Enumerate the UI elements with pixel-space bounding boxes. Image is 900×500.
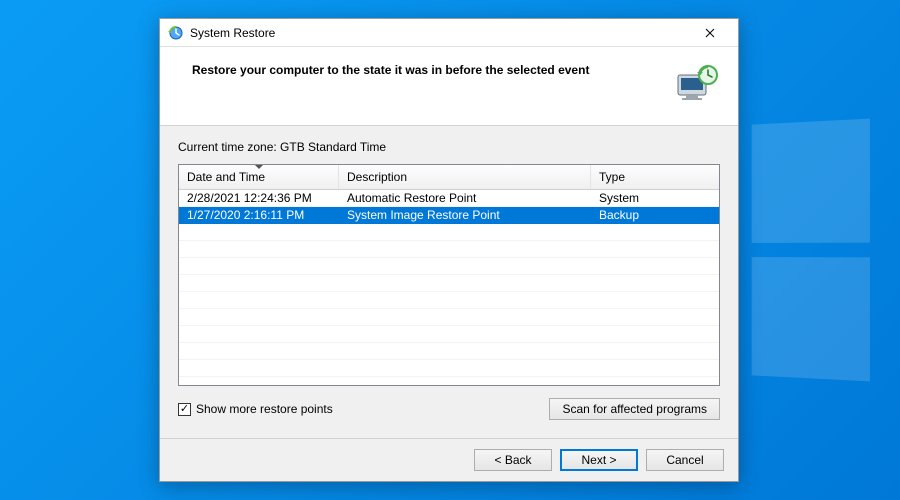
cell-type: Backup bbox=[591, 207, 719, 223]
cell-description: System Image Restore Point bbox=[339, 207, 591, 223]
table-row-empty bbox=[179, 241, 719, 258]
show-more-checkbox[interactable]: ✓ Show more restore points bbox=[178, 402, 549, 416]
column-header-label: Date and Time bbox=[187, 170, 265, 184]
table-row-empty bbox=[179, 377, 719, 385]
cell-description: Automatic Restore Point bbox=[339, 190, 591, 206]
column-header-label: Type bbox=[599, 170, 625, 184]
table-row[interactable]: 1/27/2020 2:16:11 PMSystem Image Restore… bbox=[179, 207, 719, 224]
scan-affected-button[interactable]: Scan for affected programs bbox=[549, 398, 720, 420]
system-restore-icon bbox=[168, 25, 184, 41]
column-header-datetime[interactable]: Date and Time bbox=[179, 165, 339, 189]
header-strip: Restore your computer to the state it wa… bbox=[160, 47, 738, 126]
back-button[interactable]: < Back bbox=[474, 449, 552, 471]
checkbox-label: Show more restore points bbox=[196, 402, 333, 416]
table-row-empty bbox=[179, 224, 719, 241]
titlebar: System Restore bbox=[160, 19, 738, 47]
column-header-description[interactable]: Description bbox=[339, 165, 591, 189]
table-row[interactable]: 2/28/2021 12:24:36 PMAutomatic Restore P… bbox=[179, 190, 719, 207]
window-title: System Restore bbox=[190, 26, 690, 40]
sort-desc-icon bbox=[255, 165, 263, 169]
restore-points-table: Date and Time Description Type 2/28/2021… bbox=[178, 164, 720, 386]
table-row-empty bbox=[179, 258, 719, 275]
table-row-empty bbox=[179, 292, 719, 309]
table-header: Date and Time Description Type bbox=[179, 165, 719, 190]
dialog-footer: < Back Next > Cancel bbox=[160, 438, 738, 481]
timezone-label: Current time zone: GTB Standard Time bbox=[178, 140, 720, 154]
table-row-empty bbox=[179, 343, 719, 360]
table-row-empty bbox=[179, 360, 719, 377]
cell-type: System bbox=[591, 190, 719, 206]
next-button[interactable]: Next > bbox=[560, 449, 638, 471]
checkbox-box: ✓ bbox=[178, 403, 191, 416]
column-header-label: Description bbox=[347, 170, 407, 184]
cell-datetime: 2/28/2021 12:24:36 PM bbox=[179, 190, 339, 206]
system-restore-dialog: System Restore Restore your computer to … bbox=[159, 18, 739, 482]
cancel-button[interactable]: Cancel bbox=[646, 449, 724, 471]
table-body: 2/28/2021 12:24:36 PMAutomatic Restore P… bbox=[179, 190, 719, 385]
page-heading: Restore your computer to the state it wa… bbox=[192, 61, 672, 77]
column-header-type[interactable]: Type bbox=[591, 165, 719, 189]
dialog-body: Current time zone: GTB Standard Time Dat… bbox=[160, 126, 738, 438]
table-row-empty bbox=[179, 309, 719, 326]
table-row-empty bbox=[179, 326, 719, 343]
restore-hero-icon bbox=[672, 61, 720, 109]
under-grid-row: ✓ Show more restore points Scan for affe… bbox=[178, 398, 720, 420]
close-button[interactable] bbox=[690, 21, 730, 45]
cell-datetime: 1/27/2020 2:16:11 PM bbox=[179, 207, 339, 223]
table-row-empty bbox=[179, 275, 719, 292]
